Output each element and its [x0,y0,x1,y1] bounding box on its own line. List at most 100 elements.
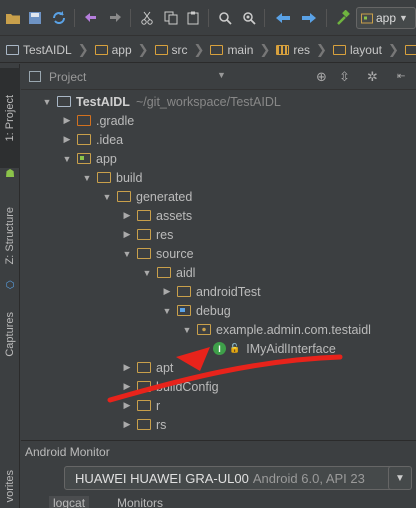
tree-row[interactable]: ▼ debug [161,301,231,320]
tree-row-label: IMyAidlInterface [246,341,336,356]
breadcrumb-item-activity[interactable]: activity [399,37,416,62]
module-selector[interactable]: app ▼ [356,7,416,29]
android-monitor-header: Android Monitor [21,440,416,462]
tree-row-path: ~/git_workspace/TestAIDL [135,94,281,109]
forward-icon[interactable] [300,10,318,26]
tab-logcat[interactable]: logcat [49,496,90,508]
tree-row[interactable]: ▶ res [121,225,174,244]
tree-row[interactable]: ▼ source [121,244,194,263]
tree-row[interactable]: ▼ generated [101,187,193,206]
folder-icon [137,381,151,392]
expanded-arrow-icon[interactable]: ▼ [161,306,173,316]
collapsed-arrow-icon[interactable]: ▶ [121,419,133,430]
undo-icon[interactable] [82,10,100,26]
tree-row[interactable]: ▼ example.admin.com.testaidl [181,320,371,339]
folder-icon [137,400,151,411]
collapsed-arrow-icon[interactable]: ▶ [61,115,73,126]
tab-project-label: 1: Project [4,94,16,142]
chevron-right-icon: ❯ [316,41,327,57]
gear-icon[interactable]: ✲ [367,69,378,85]
folder-icon [137,362,151,373]
folder-open-icon[interactable] [4,10,22,26]
chevron-right-icon: ❯ [137,41,149,57]
breadcrumb-item-project[interactable]: TestAIDL ❯ [0,37,89,62]
project-view-icon [29,71,41,82]
tab-favorites[interactable]: vorites [0,464,20,508]
android-icon: ☗ [5,167,15,180]
chevron-down-icon[interactable]: ▼ [217,70,226,80]
tab-project[interactable]: 1: Project [0,68,20,168]
find-icon[interactable] [216,10,234,26]
device-api: Android 6.0, API 23 [252,470,365,486]
tree-row[interactable]: ▶ .gradle [61,111,135,130]
save-icon[interactable] [26,10,44,26]
chevron-right-icon: ❯ [77,41,89,57]
breadcrumb-item-src[interactable]: src ❯ [149,37,204,62]
breadcrumb-item-app[interactable]: app ❯ [89,37,149,62]
tree-row[interactable]: ▶ androidTest [161,282,261,301]
sync-icon[interactable] [50,10,68,26]
folder-icon [210,44,224,55]
tree-row[interactable]: ▶ .idea [61,130,124,149]
tree-row-label: androidTest [196,284,261,299]
tab-monitors[interactable]: Monitors [117,496,163,508]
expanded-arrow-icon[interactable]: ▼ [101,192,113,202]
breadcrumb-label: layout [349,42,382,57]
folder-icon [154,44,168,55]
collapsed-arrow-icon[interactable]: ▶ [61,134,73,145]
breadcrumb-item-res[interactable]: res ❯ [270,37,327,62]
build-hammer-icon[interactable] [334,10,352,26]
paste-icon[interactable] [184,10,202,26]
chevron-down-icon[interactable]: ▼ [388,466,412,490]
breadcrumb: TestAIDL ❯ app ❯ src ❯ main ❯ res ❯ layo… [0,37,416,63]
collapsed-arrow-icon[interactable]: ▶ [121,210,133,221]
collapsed-arrow-icon[interactable]: ▶ [121,381,133,392]
folder-icon [77,134,91,145]
tree-row[interactable]: ▼ aidl [141,263,196,282]
breadcrumb-item-main[interactable]: main ❯ [204,37,270,62]
expanded-arrow-icon[interactable]: ▼ [181,325,193,335]
tree-row-label: r [156,398,161,413]
collapsed-arrow-icon[interactable]: ▶ [121,362,133,373]
tree-row[interactable]: ▶ rs [121,415,167,434]
folder-icon [97,172,111,183]
tree-row[interactable]: ▶ assets [121,206,193,225]
collapse-all-icon[interactable]: ⇳ [339,69,350,85]
replace-icon[interactable] [240,10,258,26]
tab-structure[interactable]: Z: Structure [0,194,20,278]
tree-row-label: source [156,246,194,261]
tab-captures[interactable]: Captures [0,299,20,369]
cut-icon[interactable] [138,10,156,26]
device-selector-row: HUAWEI HUAWEI GRA-UL00 Android 6.0, API … [21,462,416,494]
collapsed-arrow-icon[interactable]: ▶ [121,400,133,411]
collapsed-arrow-icon[interactable]: ▶ [121,229,133,240]
redo-icon[interactable] [106,10,124,26]
tree-row[interactable]: ▼ build [81,168,143,187]
breadcrumb-item-layout[interactable]: layout ❯ [327,37,399,62]
android-monitor-title: Android Monitor [25,445,110,459]
copy-icon[interactable] [162,10,180,26]
project-view-selector[interactable]: Project [49,70,86,84]
expanded-arrow-icon[interactable]: ▼ [81,173,93,183]
device-name: HUAWEI HUAWEI GRA-UL00 [75,470,249,486]
collapsed-arrow-icon[interactable]: ▶ [161,286,173,297]
breadcrumb-label: res [293,42,311,57]
expanded-arrow-icon[interactable]: ▼ [141,268,153,278]
folder-icon [137,210,151,221]
package-icon [197,324,211,335]
tree-row[interactable]: I 🔓 IMyAidlInterface [201,339,336,358]
expanded-arrow-icon[interactable]: ▼ [121,249,133,259]
tree-row[interactable]: ▶ apt [121,358,174,377]
tree-row-label: aidl [176,265,196,280]
tree-row[interactable]: ▶ r [121,396,161,415]
device-selector[interactable]: HUAWEI HUAWEI GRA-UL00 Android 6.0, API … [64,466,404,490]
expanded-arrow-icon[interactable]: ▼ [61,154,73,164]
back-icon[interactable] [274,10,292,26]
tree-row[interactable]: ▶ buildConfig [121,377,219,396]
locate-icon[interactable]: ⊕ [316,69,327,85]
tree-row[interactable]: ▼ TestAIDL ~/git_workspace/TestAIDL [41,92,281,111]
tab-structure-label: Z: Structure [4,207,16,265]
tree-row[interactable]: ▼ app [61,149,117,168]
hide-panel-icon[interactable]: ⇤ [397,71,405,82]
expanded-arrow-icon[interactable]: ▼ [41,97,53,107]
